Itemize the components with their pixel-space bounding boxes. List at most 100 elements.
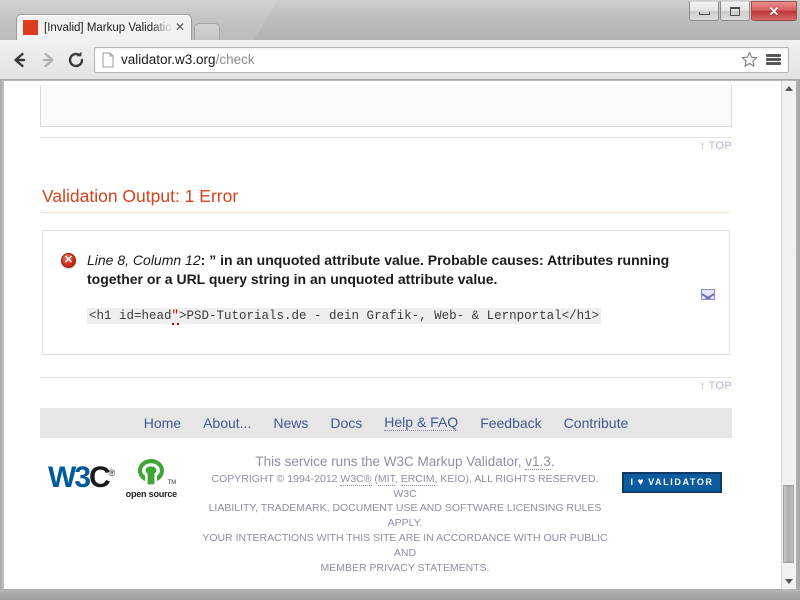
- badge-label: VALIDATOR: [648, 477, 714, 488]
- new-tab-button[interactable]: [194, 23, 220, 40]
- code-bad-character: ": [171, 308, 180, 325]
- service-line-post: .: [550, 453, 555, 469]
- code-before: <h1 id=head: [89, 308, 172, 323]
- page-icon: [102, 52, 114, 67]
- address-bar[interactable]: validator.w3.org/check: [94, 46, 789, 74]
- url-path: /check: [215, 52, 255, 67]
- error-source-snippet: <h1 id=head">PSD-Tutorials.de - dein Gra…: [87, 307, 602, 325]
- reload-button[interactable]: [62, 46, 90, 74]
- validation-output-section: Validation Output: 1 Error: [42, 186, 730, 213]
- service-line: This service runs the W3C Markup Validat…: [202, 453, 608, 470]
- copyright-paren-open: (: [371, 472, 378, 485]
- copyright-keio-link[interactable]: KEIO: [440, 473, 465, 485]
- error-item: ✕ Line 8, Column 12: ” in an unquoted at…: [61, 251, 707, 325]
- footer-link-docs[interactable]: Docs: [330, 415, 362, 431]
- maximize-button[interactable]: [720, 1, 750, 21]
- scroll-up-button[interactable]: [782, 81, 796, 96]
- open-source-logo[interactable]: open source TM: [125, 458, 177, 499]
- top-link-2[interactable]: ↑ TOP: [40, 380, 732, 392]
- osi-logo-text: open source: [125, 488, 178, 499]
- divider: [40, 376, 732, 378]
- footer-link-feedback[interactable]: Feedback: [480, 415, 541, 431]
- copyright-ercim-link[interactable]: ERCIM: [400, 472, 435, 486]
- osi-keyhole-icon: [138, 458, 165, 485]
- footer-link-contribute[interactable]: Contribute: [564, 415, 629, 431]
- copyright-line-2: LIABILITY, TRADEMARK, DOCUMENT USE AND S…: [208, 502, 602, 530]
- copyright-w3c-link[interactable]: W3C®: [340, 472, 372, 486]
- url-text: validator.w3.org/check: [121, 52, 738, 67]
- reload-icon: [68, 51, 84, 67]
- minimize-button[interactable]: [689, 1, 719, 21]
- error-x-glyph: ✕: [63, 253, 74, 266]
- footer-body: W3C® open source TM This service runs th…: [40, 438, 732, 586]
- close-icon: ✕: [768, 3, 780, 19]
- error-list-box: ✕ Line 8, Column 12: ” in an unquoted at…: [42, 230, 730, 355]
- url-host: validator.w3.org: [121, 52, 216, 67]
- w3c-logo-w3: W3: [48, 461, 91, 495]
- w3c-logo-reg: ®: [108, 468, 116, 479]
- minimize-icon: [698, 12, 710, 15]
- error-separator: :: [200, 252, 210, 268]
- error-message: Line 8, Column 12: ” in an unquoted attr…: [87, 251, 707, 290]
- bookmark-button[interactable]: [738, 49, 760, 71]
- error-location: Line 8, Column 12: [87, 252, 201, 268]
- copyright-line-1: COPYRIGHT © 1994-2012 W3C® (MIT, ERCIM, …: [202, 472, 608, 502]
- top-link-label: TOP: [708, 140, 732, 152]
- mail-icon[interactable]: [701, 289, 715, 300]
- scrollbar-thumb[interactable]: [783, 485, 794, 563]
- page-scrollbar[interactable]: [781, 81, 796, 589]
- window-controls: ✕: [688, 1, 797, 22]
- copyright-mit-link[interactable]: MIT: [377, 472, 395, 486]
- footer-link-help-faq[interactable]: Help & FAQ: [384, 414, 459, 432]
- footer-link-about[interactable]: About...: [203, 415, 251, 431]
- divider: [40, 137, 732, 138]
- footer-navigation: Home About... News Docs Help & FAQ Feedb…: [40, 407, 732, 438]
- page-viewport: ↑ TOP Validation Output: 1 Error ✕ Line …: [4, 81, 783, 589]
- tab-favicon-icon: [23, 20, 38, 35]
- error-icon: ✕: [61, 253, 76, 268]
- code-after: >PSD-Tutorials.de - dein Grafik-, Web- &…: [179, 308, 600, 323]
- footer-link-home[interactable]: Home: [144, 415, 181, 431]
- browser-toolbar: validator.w3.org/check: [0, 40, 800, 80]
- up-arrow-icon: ↑: [699, 140, 706, 152]
- top-link-label: TOP: [708, 379, 732, 392]
- i-love-validator-badge[interactable]: I ♥ VALIDATOR: [622, 471, 722, 493]
- copyright-line-3: YOUR INTERACTIONS WITH THIS SITE ARE IN …: [202, 532, 608, 560]
- badge-i: I: [630, 477, 635, 488]
- heart-icon: ♥: [637, 476, 646, 488]
- copyright-sep-1: ,: [394, 472, 401, 485]
- up-arrow-icon: ↑: [699, 379, 706, 392]
- footer-copyright: This service runs the W3C Markup Validat…: [198, 453, 612, 576]
- page-title: Validation Output: 1 Error: [42, 186, 239, 206]
- back-arrow-icon: [14, 52, 26, 67]
- validator-version-link[interactable]: v1.3: [525, 453, 551, 470]
- results-container-partial: [40, 85, 732, 127]
- tab-markup-validation[interactable]: [Invalid] Markup Validatio ✕: [16, 14, 192, 40]
- footer-link-news[interactable]: News: [273, 415, 308, 431]
- tab-title: [Invalid] Markup Validatio: [44, 21, 172, 34]
- validator-page: ↑ TOP Validation Output: 1 Error ✕ Line …: [4, 81, 768, 586]
- forward-arrow-icon: [42, 52, 54, 67]
- forward-button[interactable]: [34, 46, 62, 74]
- back-button[interactable]: [6, 46, 34, 74]
- footer-badge-column: I ♥ VALIDATOR: [612, 454, 732, 493]
- footer-logos: W3C® open source TM: [40, 454, 198, 499]
- maximize-icon: [730, 6, 740, 16]
- star-icon: [741, 51, 757, 67]
- tab-close-icon[interactable]: ✕: [173, 20, 187, 35]
- close-window-button[interactable]: ✕: [751, 1, 797, 21]
- browser-window: ✕ [Invalid] Markup Validatio ✕ validator…: [0, 0, 800, 600]
- copyright-prefix: COPYRIGHT © 1994-2012: [211, 472, 341, 485]
- scroll-down-button[interactable]: [782, 574, 796, 589]
- browser-menu-button[interactable]: [760, 46, 786, 74]
- w3c-logo-c: C: [89, 461, 111, 495]
- tab-strip: [Invalid] Markup Validatio ✕: [16, 14, 220, 40]
- top-link-1[interactable]: ↑ TOP: [40, 140, 732, 152]
- w3c-logo[interactable]: W3C®: [48, 463, 115, 493]
- hamburger-icon: [765, 52, 781, 66]
- osi-tm-mark: TM: [167, 479, 177, 486]
- service-line-pre: This service runs the W3C Markup Validat…: [255, 453, 526, 469]
- caret-down-icon: [785, 579, 793, 584]
- copyright-line-4: MEMBER PRIVACY STATEMENTS.: [320, 562, 490, 575]
- caret-up-icon: [785, 86, 793, 91]
